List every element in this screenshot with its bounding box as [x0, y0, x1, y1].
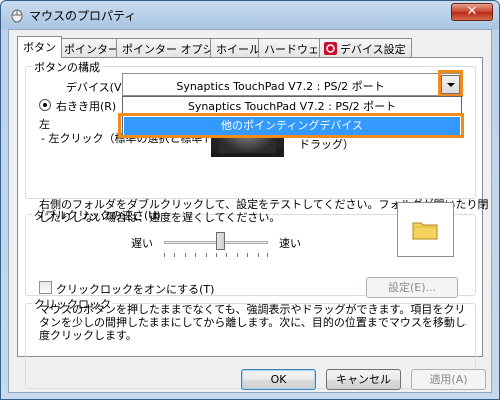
ok-button[interactable]: OK: [241, 369, 316, 390]
close-button[interactable]: ✕: [451, 3, 493, 21]
tab-buttons[interactable]: ボタン: [17, 36, 62, 58]
tab-pointer[interactable]: ポインター: [58, 38, 125, 57]
device-label: デバイス(V):: [66, 81, 130, 94]
title-bar[interactable]: マウスのプロパティ ✕: [1, 1, 499, 29]
tab-device-settings-label: デバイス設定: [340, 43, 406, 56]
click-lock-checkbox[interactable]: [39, 281, 52, 294]
right-handed-label: 右きき用(R): [56, 100, 117, 113]
right-click-desc-line2: ドラッグ）: [299, 138, 354, 151]
synaptics-icon: [324, 42, 337, 55]
tab-device-settings[interactable]: デバイス設定: [319, 38, 412, 57]
speed-slider-thumb[interactable]: [216, 232, 225, 250]
device-select[interactable]: Synaptics TouchPad V7.2 : PS/2 ポート: [122, 73, 462, 96]
window-title: マウスのプロパティ: [29, 9, 137, 23]
highlight-other-device-option: [118, 113, 464, 138]
highlight-dropdown-button: [438, 70, 463, 97]
click-lock-settings-button[interactable]: 設定(E)...: [366, 277, 458, 298]
slider-ticks: [164, 253, 268, 257]
apply-button[interactable]: 適用(A): [411, 369, 486, 390]
right-handed-radio[interactable]: [39, 99, 51, 111]
click-lock-desc-line3: 度クリックします。: [39, 329, 137, 342]
double-click-desc-line2: じたりしない場合は、速度を遅くしてください。: [39, 211, 281, 224]
mouse-icon: [11, 9, 23, 23]
button-config-label: ボタンの構成: [32, 59, 102, 75]
double-click-test-area[interactable]: [397, 202, 454, 257]
folder-icon[interactable]: [412, 220, 438, 240]
click-lock-checkbox-label: クリックロックをオンにする(T): [56, 283, 215, 296]
cancel-button[interactable]: キャンセル: [326, 369, 401, 390]
fast-label: 速い: [279, 237, 301, 250]
device-select-value: Synaptics TouchPad V7.2 : PS/2 ポート: [176, 80, 385, 93]
slow-label: 遅い: [131, 237, 153, 250]
